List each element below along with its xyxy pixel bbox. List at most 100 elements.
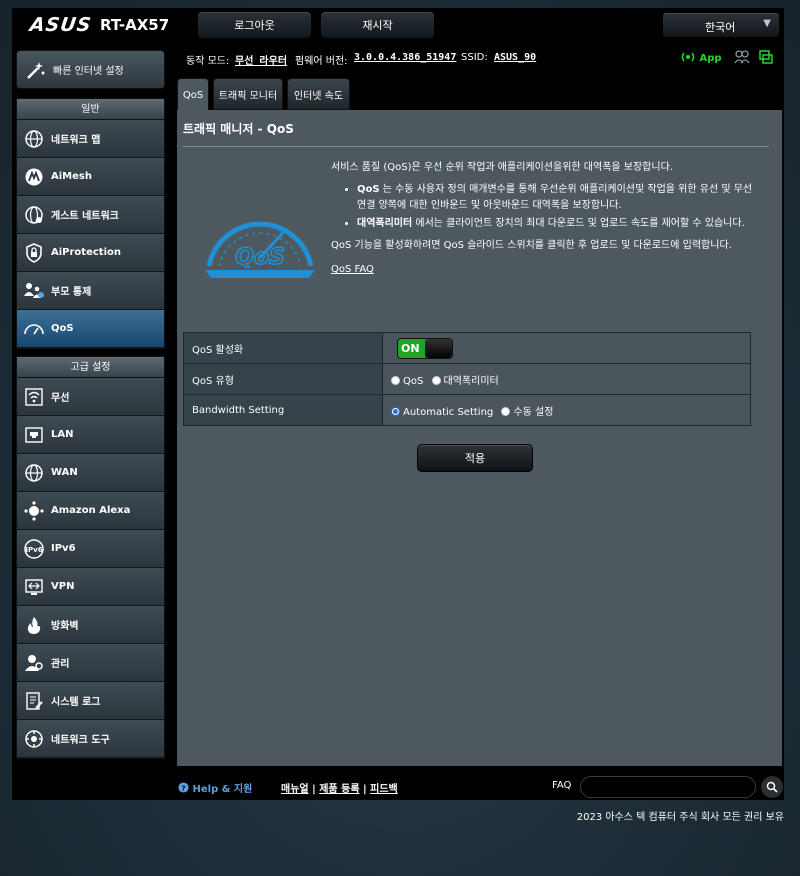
parental-control-icon (23, 280, 45, 302)
system-log-icon (23, 690, 45, 712)
sidebar-item-label: 방화벽 (51, 621, 79, 632)
enable-qos-cell: ON (382, 332, 751, 364)
footer: ? Help & 지원 매뉴얼 | 제품 등록 | 피드백 FAQ (172, 772, 784, 800)
help-support-link[interactable]: ? Help & 지원 (178, 780, 252, 795)
qos-bold: QoS (357, 184, 380, 195)
qos-faq-link[interactable]: QoS FAQ (331, 262, 374, 278)
status-bar: 동작 모드: 무선 라우터 펌웨어 버전: 3.0.0.4.386_51947 … (172, 44, 784, 74)
sidebar-item-parental-control[interactable]: 부모 통제 (17, 272, 164, 310)
sidebar-item-label: 네트워크 도구 (51, 735, 110, 746)
product-registration-link[interactable]: 제품 등록 (319, 784, 359, 795)
tab-qos[interactable]: QoS (177, 78, 209, 112)
description: 서비스 품질 (QoS)은 우선 순위 작업과 애플리케이션을위한 대역폭을 보… (331, 160, 761, 278)
reboot-button[interactable]: 재시작 (320, 11, 435, 39)
radio-qos[interactable] (391, 375, 400, 385)
radio-automatic[interactable] (391, 406, 400, 416)
footer-links: 매뉴얼 | 제품 등록 | 피드백 (281, 780, 398, 795)
enable-qos-label: QoS 활성화 (183, 332, 383, 364)
search-button[interactable] (761, 776, 783, 798)
aiprotection-icon (23, 242, 45, 264)
sidebar-item-label: 부모 통제 (51, 287, 92, 298)
radio-bandwidth-limiter[interactable] (431, 375, 441, 385)
app-link[interactable]: App (680, 51, 722, 64)
operation-mode-link[interactable]: 무선 라우터 (235, 52, 287, 67)
copyright-text: 2023 아수스 텍 컴퓨터 주식 회사 모든 권리 보유 (576, 812, 784, 823)
tab-internet-speed[interactable]: 인터넷 속도 (287, 78, 350, 110)
language-select[interactable]: 한국어 ▼ (662, 12, 780, 38)
sidebar-item-lan[interactable]: LAN (17, 416, 164, 454)
toggle-on-label: ON (398, 338, 426, 358)
quick-internet-setup[interactable]: 빠른 인터넷 설정 (16, 50, 165, 89)
qos-type-option-limiter[interactable]: 대역폭리미터 (431, 375, 499, 387)
aimesh-icon (23, 166, 45, 188)
firewall-icon (23, 614, 45, 636)
svg-text:?: ? (181, 783, 185, 792)
sidebar-item-label: Amazon Alexa (51, 505, 131, 516)
apply-button[interactable]: 적용 (417, 444, 533, 472)
bandwidth-option-manual[interactable]: 수동 설정 (501, 406, 553, 418)
sidebar-item-system-log[interactable]: 시스템 로그 (17, 682, 164, 720)
search-icon (766, 781, 778, 793)
radio-label: QoS (403, 375, 424, 387)
sidebar-item-guest-network[interactable]: 게스트 네트워크 (17, 196, 164, 234)
separator: | (359, 784, 371, 795)
faq-search-input[interactable] (580, 776, 756, 798)
alexa-icon (23, 500, 45, 522)
app-label: App (699, 53, 722, 64)
sidebar-item-firewall[interactable]: 방화벽 (17, 606, 164, 644)
limiter-bold: 대역폭리미터 (357, 218, 413, 229)
firmware-label: 펌웨어 버전: (295, 56, 348, 67)
sidebar-item-network-tools[interactable]: 네트워크 도구 (17, 720, 164, 758)
usb-status-icon[interactable] (758, 49, 774, 65)
radio-manual[interactable] (501, 406, 511, 416)
sidebar-item-label: AiProtection (51, 247, 121, 258)
wireless-signal-icon (681, 52, 695, 62)
sidebar-item-vpn[interactable]: VPN (17, 568, 164, 606)
model-name: RT-AX57 (100, 16, 170, 34)
sidebar-item-wireless[interactable]: 무선 (17, 378, 164, 416)
manual-link[interactable]: 매뉴얼 (281, 784, 309, 795)
sidebar-item-wan[interactable]: WAN (17, 454, 164, 492)
sidebar-item-label: 시스템 로그 (51, 697, 101, 708)
qos-toggle[interactable]: ON (397, 337, 453, 359)
feature-list: QoS 는 수동 사용자 정의 매개변수를 통해 우선순위 애플리케이션및 작업… (357, 182, 761, 232)
vpn-icon (23, 576, 45, 598)
language-value: 한국어 (705, 21, 736, 34)
advanced-header: 고급 설정 (17, 357, 164, 378)
network-tools-icon (23, 728, 45, 750)
sidebar-item-label: 게스트 네트워크 (51, 211, 119, 222)
sidebar-item-administration[interactable]: 관리 (17, 644, 164, 682)
sidebar-item-label: AiMesh (51, 171, 92, 182)
quick-setup-wand-icon (27, 61, 45, 79)
tab-traffic-monitor[interactable]: 트래픽 모니터 (213, 78, 283, 110)
sidebar-item-label: WAN (51, 467, 78, 478)
qos-logo-text: QoS (235, 245, 285, 270)
ssid-label: SSID: (461, 52, 488, 63)
top-header: ASUS RT-AX57 로그아웃 재시작 한국어 ▼ (12, 8, 784, 42)
operation-mode-label: 동작 모드: (186, 56, 230, 67)
logout-button[interactable]: 로그아웃 (197, 11, 312, 39)
qos-icon (23, 318, 45, 340)
page-title: 트래픽 매니저 - QoS (183, 122, 294, 136)
firmware-version-link[interactable]: 3.0.0.4.386_51947 (354, 52, 456, 63)
list-item: 대역폭리미터 에서는 클라이언트 장치의 최대 다운로드 및 업로드 속도를 제… (357, 216, 761, 232)
ssid-link[interactable]: ASUS_90 (494, 52, 536, 63)
feedback-link[interactable]: 피드백 (370, 784, 398, 795)
sidebar-item-label: QoS (51, 323, 74, 334)
sidebar-item-aimesh[interactable]: AiMesh (17, 158, 164, 196)
intro-text: 서비스 품질 (QoS)은 우선 순위 작업과 애플리케이션을위한 대역폭을 보… (331, 162, 673, 173)
bandwidth-setting-cell: Automatic Setting 수동 설정 (382, 394, 751, 426)
sidebar-item-amazon-alexa[interactable]: Amazon Alexa (17, 492, 164, 530)
bandwidth-option-automatic[interactable]: Automatic Setting (391, 406, 493, 418)
bandwidth-setting-label: Bandwidth Setting (183, 394, 383, 426)
sidebar-item-qos[interactable]: QoS (17, 310, 164, 348)
main-content: 트래픽 매니저 - QoS QoS 서비스 품질 (QoS)은 우선 순위 작업… (177, 110, 782, 766)
clients-icon[interactable] (734, 49, 750, 65)
radio-label: 대역폭리미터 (443, 375, 499, 387)
qos-logo: QoS (201, 200, 319, 290)
sidebar-item-ipv6[interactable]: IPv6 IPv6 (17, 530, 164, 568)
toggle-knob (425, 338, 452, 358)
sidebar-item-aiprotection[interactable]: AiProtection (17, 234, 164, 272)
sidebar-item-network-map[interactable]: 네트워크 맵 (17, 120, 164, 158)
qos-type-option-qos[interactable]: QoS (391, 375, 424, 387)
